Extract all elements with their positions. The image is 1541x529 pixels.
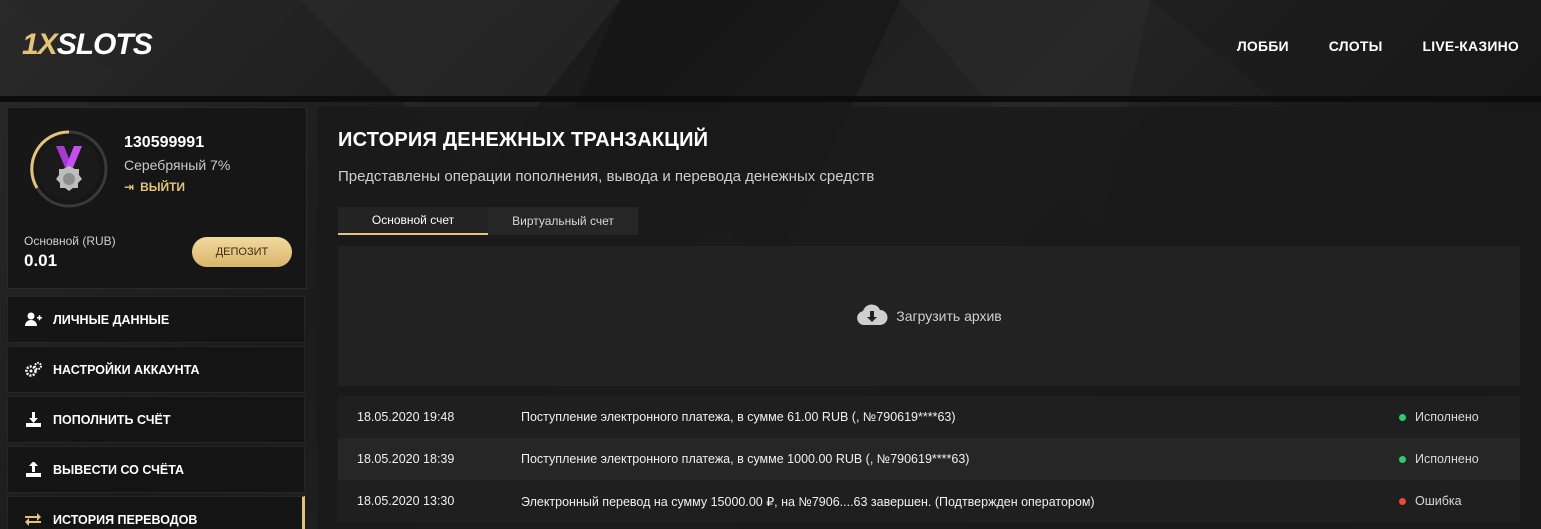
table-row[interactable]: 18.05.2020 13:30 Электронный перевод на … [338, 480, 1520, 522]
status-dot-icon [1399, 497, 1406, 505]
upload-icon [24, 461, 42, 479]
logout-label: ВЫЙТИ [140, 180, 186, 194]
status-badge: Ошибка [1399, 494, 1462, 508]
medal-icon [28, 128, 110, 210]
page-subtitle: Представлены операции пополнения, вывода… [338, 168, 875, 185]
account-menu: ЛИЧНЫЕ ДАННЫЕ НАСТРОЙКИ АККАУНТА ПОПОЛНИ… [7, 296, 307, 529]
status-dot-icon [1399, 413, 1406, 421]
sidebar: 130599991 Серебряный 7% ⇥ ВЫЙТИ Основной… [7, 107, 307, 529]
table-row[interactable]: 18.05.2020 19:48 Поступление электронног… [338, 396, 1520, 438]
menu-item-label: ВЫВЕСТИ СО СЧЁТА [53, 462, 185, 477]
status-dot-icon [1399, 455, 1406, 463]
user-level: Серебряный 7% [124, 157, 231, 173]
menu-item-personal-data[interactable]: ЛИЧНЫЕ ДАННЫЕ [7, 296, 305, 343]
user-plus-icon [24, 311, 42, 329]
menu-item-account-settings[interactable]: НАСТРОЙКИ АККАУНТА [7, 346, 305, 393]
menu-item-label: ИСТОРИЯ ПЕРЕВОДОВ [53, 512, 198, 527]
tx-description: Поступление электронного платежа, в сумм… [521, 410, 956, 424]
logout-button[interactable]: ⇥ ВЫЙТИ [124, 180, 185, 194]
download-archive-label: Загрузить архив [896, 308, 1002, 324]
gears-icon [24, 361, 42, 379]
page: 1XSLOTS ЛОББИ СЛОТЫ LIVE-КАЗИНО 13059999… [0, 0, 1541, 529]
cloud-download-icon [856, 303, 888, 330]
transactions-table: 18.05.2020 19:48 Поступление электронног… [338, 396, 1520, 522]
menu-item-label: ЛИЧНЫЕ ДАННЫЕ [53, 312, 170, 327]
menu-item-withdraw[interactable]: ВЫВЕСТИ СО СЧЁТА [7, 446, 305, 493]
nav-live-casino[interactable]: LIVE-КАЗИНО [1423, 38, 1519, 54]
status-badge: Исполнено [1399, 452, 1479, 466]
balance-value: 0.01 [24, 251, 58, 270]
nav-slots[interactable]: СЛОТЫ [1329, 38, 1383, 54]
tx-date: 18.05.2020 19:48 [357, 410, 455, 424]
logout-icon: ⇥ [124, 180, 135, 194]
logo-text: SLOTS [56, 28, 153, 61]
top-header: 1XSLOTS ЛОББИ СЛОТЫ LIVE-КАЗИНО [0, 0, 1541, 96]
tab-main-account[interactable]: Основной счет [338, 207, 488, 235]
menu-item-label: ПОПОЛНИТЬ СЧЁТ [53, 412, 171, 427]
status-badge: Исполнено [1399, 410, 1479, 424]
page-title: ИСТОРИЯ ДЕНЕЖНЫХ ТРАНЗАКЦИЙ [338, 129, 709, 151]
balance-label: Основной (RUB) [24, 234, 116, 248]
table-row[interactable]: 18.05.2020 18:39 Поступление электронног… [338, 438, 1520, 480]
tx-description: Поступление электронного платежа, в сумм… [521, 452, 970, 466]
tx-date: 18.05.2020 18:39 [357, 452, 455, 466]
menu-item-deposit[interactable]: ПОПОЛНИТЬ СЧЁТ [7, 396, 305, 443]
profile-card: 130599991 Серебряный 7% ⇥ ВЫЙТИ Основной… [7, 107, 307, 289]
status-label: Исполнено [1415, 410, 1479, 424]
logo[interactable]: 1XSLOTS [22, 28, 153, 62]
header-divider [0, 96, 1541, 102]
menu-item-label: НАСТРОЙКИ АККАУНТА [53, 362, 200, 377]
transfer-arrows-icon [24, 511, 42, 529]
top-nav: ЛОББИ СЛОТЫ LIVE-КАЗИНО [1237, 38, 1519, 54]
nav-lobby[interactable]: ЛОББИ [1237, 38, 1289, 54]
main-panel: ИСТОРИЯ ДЕНЕЖНЫХ ТРАНЗАКЦИЙ Представлены… [317, 107, 1541, 529]
account-tabs: Основной счет Виртуальный счет [338, 207, 638, 235]
logo-prefix: 1X [22, 28, 58, 61]
status-label: Ошибка [1415, 494, 1462, 508]
user-id: 130599991 [124, 134, 205, 151]
deposit-button[interactable]: ДЕПОЗИТ [192, 237, 292, 267]
download-archive-button[interactable]: Загрузить архив [338, 246, 1520, 386]
tab-virtual-account[interactable]: Виртуальный счет [488, 207, 638, 235]
download-icon [24, 411, 42, 429]
menu-item-transfer-history[interactable]: ИСТОРИЯ ПЕРЕВОДОВ [7, 496, 305, 529]
tx-description: Электронный перевод на сумму 15000.00 ₽,… [521, 494, 1095, 509]
tx-date: 18.05.2020 13:30 [357, 494, 455, 508]
status-label: Исполнено [1415, 452, 1479, 466]
